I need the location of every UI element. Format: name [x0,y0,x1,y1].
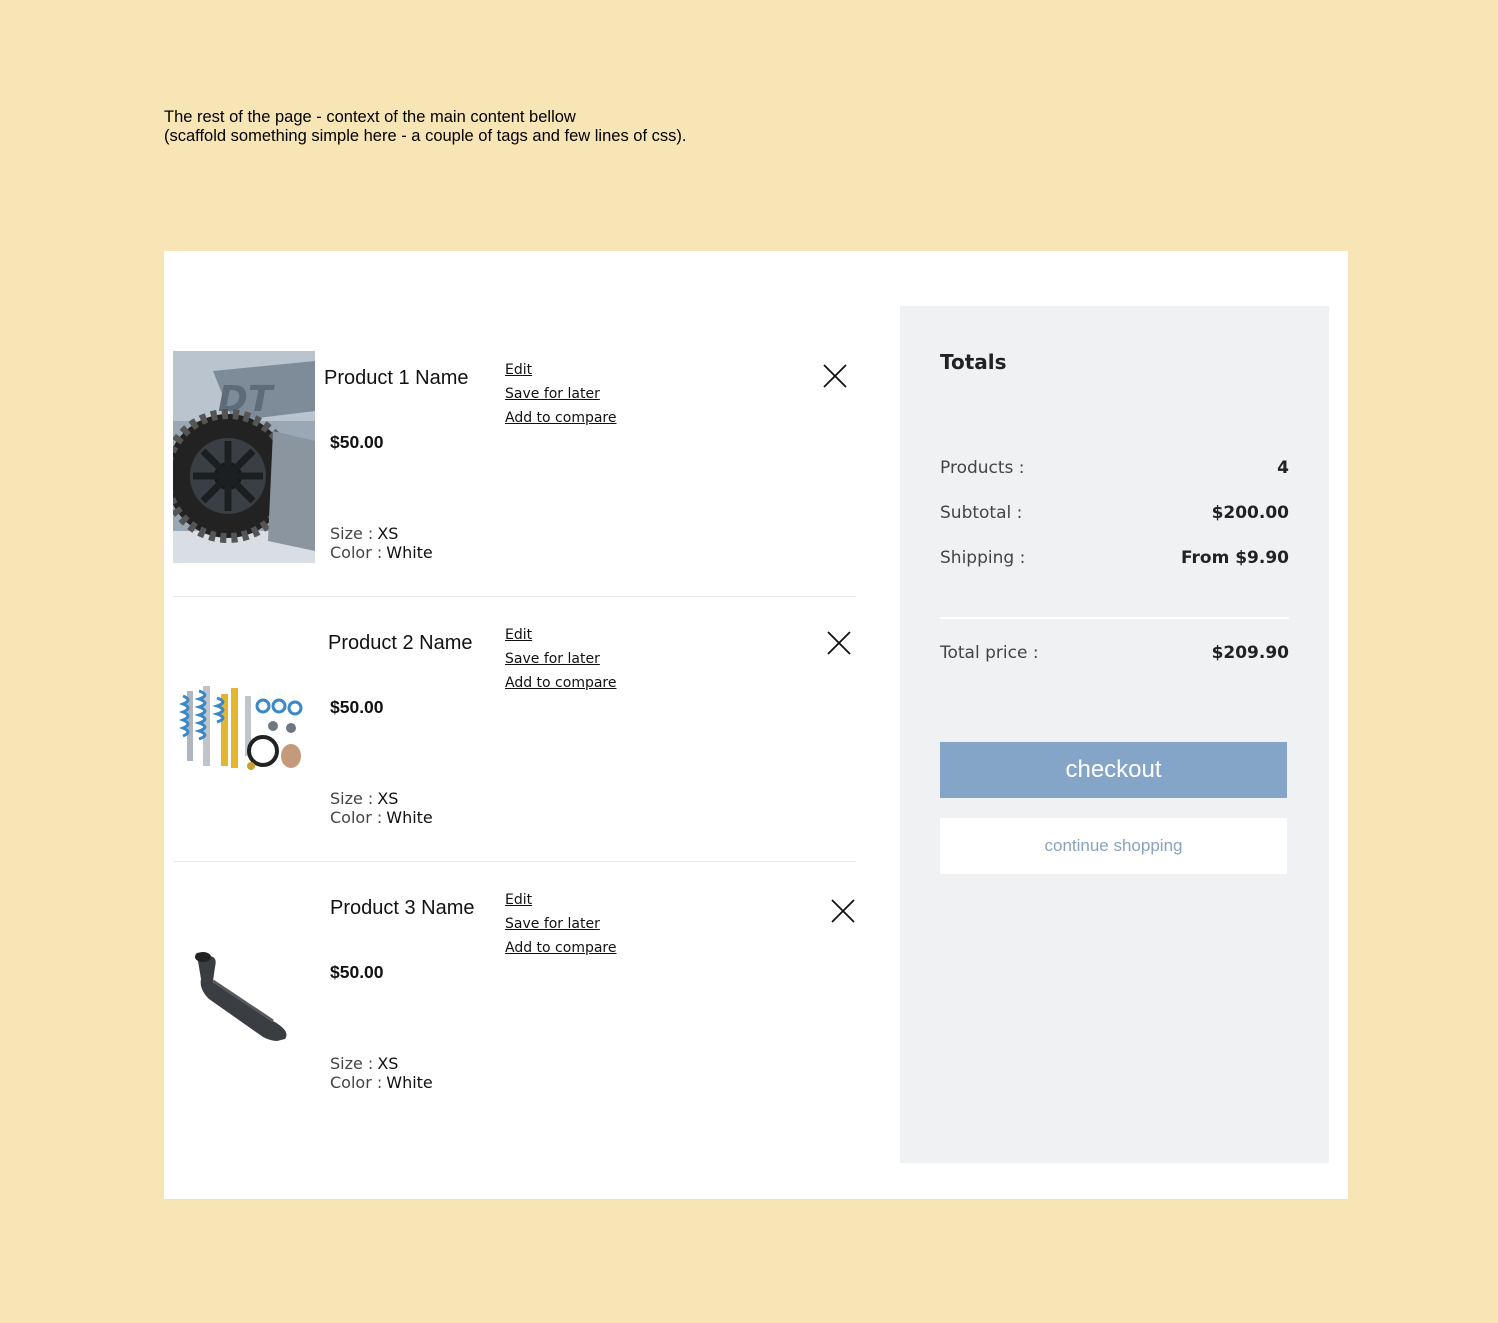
add-to-compare-link[interactable]: Add to compare [505,406,617,430]
edit-link[interactable]: Edit [505,623,617,647]
color-value: White [386,808,433,827]
color-value: White [386,1073,433,1092]
item-actions: Edit Save for later Add to compare [505,358,617,430]
context-note-line-2: (scaffold something simple here - a coup… [164,127,687,145]
edit-link[interactable]: Edit [505,888,617,912]
add-to-compare-link[interactable]: Add to compare [505,936,617,960]
remove-item-close-icon[interactable] [822,363,848,389]
remove-item-close-icon[interactable] [826,630,852,656]
product-attributes: Size : XS Color : White [330,1054,433,1092]
save-for-later-link[interactable]: Save for later [505,912,617,936]
size-value: XS [377,524,399,543]
cart-panel: DT Product 1 Name $50.00 Size : XS Color … [164,251,1348,1199]
product-price: $50.00 [330,697,384,717]
save-for-later-link[interactable]: Save for later [505,647,617,671]
product-attributes: Size : XS Color : White [330,524,433,562]
color-value: White [386,543,433,562]
size-value: XS [377,789,399,808]
subtotal-row: Subtotal : $200.00 [940,503,1289,523]
cart-item: Product 2 Name $50.00 Size : XS Color : Wh… [173,616,856,862]
total-price-label: Total price : [940,643,1039,663]
subtotal-value: $200.00 [1211,503,1289,523]
totals-divider [940,617,1289,619]
products-count-label: Products : [940,458,1025,478]
context-note-line-1: The rest of the page - context of the ma… [164,108,576,126]
shipping-label: Shipping : [940,548,1026,568]
product-price: $50.00 [330,432,384,452]
save-for-later-link[interactable]: Save for later [505,382,617,406]
product-attributes: Size : XS Color : White [330,789,433,827]
total-price-value: $209.90 [1211,643,1289,663]
product-name[interactable]: Product 2 Name [328,632,473,655]
size-label: Size : [330,524,374,543]
shipping-row: Shipping : From $9.90 [940,548,1289,568]
product-name[interactable]: Product 3 Name [330,897,475,920]
product-image-tire[interactable]: DT [173,351,315,563]
shipping-value: From $9.90 [1181,548,1289,568]
products-count-row: Products : 4 [940,458,1289,478]
subtotal-label: Subtotal : [940,503,1023,523]
item-actions: Edit Save for later Add to compare [505,888,617,960]
size-label: Size : [330,1054,374,1073]
remove-item-close-icon[interactable] [830,898,856,924]
size-label: Size : [330,789,374,808]
product-image-suspension-kit[interactable] [173,616,315,828]
color-label: Color : [330,543,383,562]
cart-item: Product 3 Name $50.00 Size : XS Color : Wh… [173,881,856,1126]
continue-shopping-button[interactable]: continue shopping [940,818,1287,874]
add-to-compare-link[interactable]: Add to compare [505,671,617,695]
color-label: Color : [330,1073,383,1092]
size-value: XS [377,1054,399,1073]
totals-title: Totals [940,350,1007,374]
item-actions: Edit Save for later Add to compare [505,623,617,695]
total-price-row: Total price : $209.90 [940,643,1289,663]
context-note: The rest of the page - context of the ma… [164,108,686,146]
cart-item: DT Product 1 Name $50.00 Size : XS Color … [173,351,856,597]
product-price: $50.00 [330,962,384,982]
edit-link[interactable]: Edit [505,358,617,382]
color-label: Color : [330,808,383,827]
totals-panel: Totals Products : 4 Subtotal : $200.00 S… [900,306,1329,1163]
product-image-snorkel[interactable] [173,881,315,1093]
products-count-value: 4 [1277,458,1289,478]
checkout-button[interactable]: checkout [940,742,1287,798]
product-name[interactable]: Product 1 Name [324,367,469,390]
